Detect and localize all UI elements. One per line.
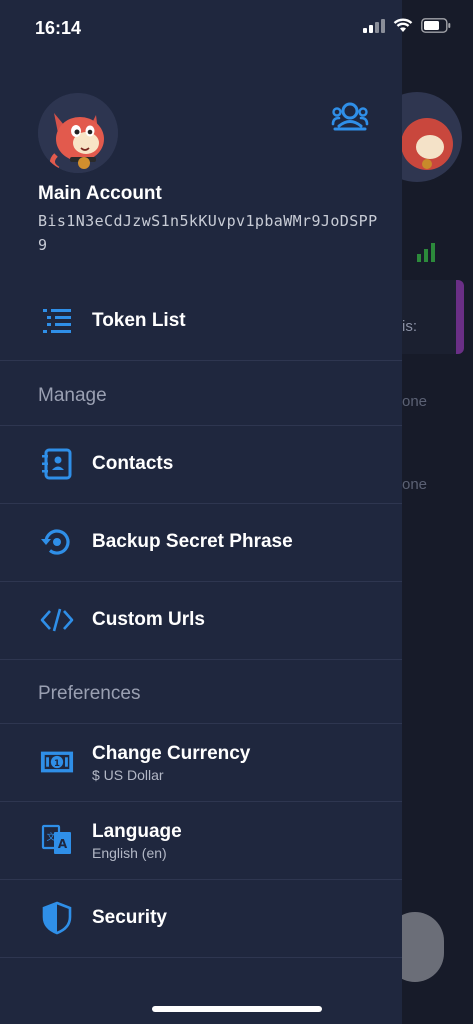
menu-label: Backup Secret Phrase	[92, 531, 293, 552]
navigation-drawer: Main Account Bis1N3eCdJzwS1n5kKUvpv1pbaW…	[0, 0, 402, 1024]
avatar[interactable]	[38, 93, 118, 173]
battery-icon	[421, 18, 451, 33]
account-address: Bis1N3eCdJzwS1n5kKUvpv1pbaWMr9JoDSPP9	[38, 212, 378, 254]
manage-accounts-button[interactable]	[329, 100, 371, 132]
translate-icon: 文 A	[40, 823, 74, 857]
menu-item-change-currency[interactable]: 1 Change Currency $ US Dollar	[0, 723, 402, 802]
background-text: one	[402, 476, 428, 493]
wifi-icon	[393, 18, 413, 32]
menu-label: Contacts	[92, 453, 174, 474]
menu-label: Language	[92, 821, 182, 842]
svg-text:A: A	[58, 837, 68, 851]
background-card	[402, 280, 464, 354]
menu-item-security[interactable]: Security	[0, 879, 402, 958]
accounts-icon	[331, 102, 369, 131]
account-name: Main Account	[38, 183, 162, 204]
code-icon	[40, 603, 74, 637]
menu-label: Security	[92, 907, 167, 928]
menu-item-custom-urls[interactable]: Custom Urls	[0, 581, 402, 660]
section-header: Preferences	[38, 683, 141, 704]
menu-item-backup-secret-phrase[interactable]: Backup Secret Phrase	[0, 503, 402, 582]
svg-text:1: 1	[54, 759, 60, 769]
language-value: English (en)	[92, 845, 167, 861]
section-header: Manage	[38, 385, 107, 406]
status-icons	[363, 18, 451, 33]
section-manage: Manage	[0, 361, 402, 426]
backup-restore-icon	[40, 525, 74, 559]
background-text: one	[402, 393, 428, 410]
background-signal-icon	[417, 243, 435, 262]
status-time: 16:14	[35, 18, 82, 38]
menu-item-language[interactable]: 文 A Language English (en)	[0, 801, 402, 880]
menu-label: Custom Urls	[92, 609, 205, 630]
home-indicator[interactable]	[152, 1006, 322, 1012]
status-bar: 16:14	[0, 0, 473, 58]
menu-label: Token List	[92, 310, 186, 331]
menu-item-contacts[interactable]: Contacts	[0, 425, 402, 504]
token-list-icon	[40, 304, 74, 338]
menu-label: Change Currency	[92, 743, 251, 764]
shield-icon	[40, 901, 74, 935]
contacts-book-icon	[40, 447, 74, 481]
cellular-signal-icon	[363, 18, 385, 33]
menu-item-token-list[interactable]: Token List	[0, 282, 402, 361]
currency-value: $ US Dollar	[92, 767, 164, 783]
section-preferences: Preferences	[0, 659, 402, 724]
banknote-icon: 1	[40, 745, 74, 779]
background-card-text: is:	[402, 318, 417, 335]
